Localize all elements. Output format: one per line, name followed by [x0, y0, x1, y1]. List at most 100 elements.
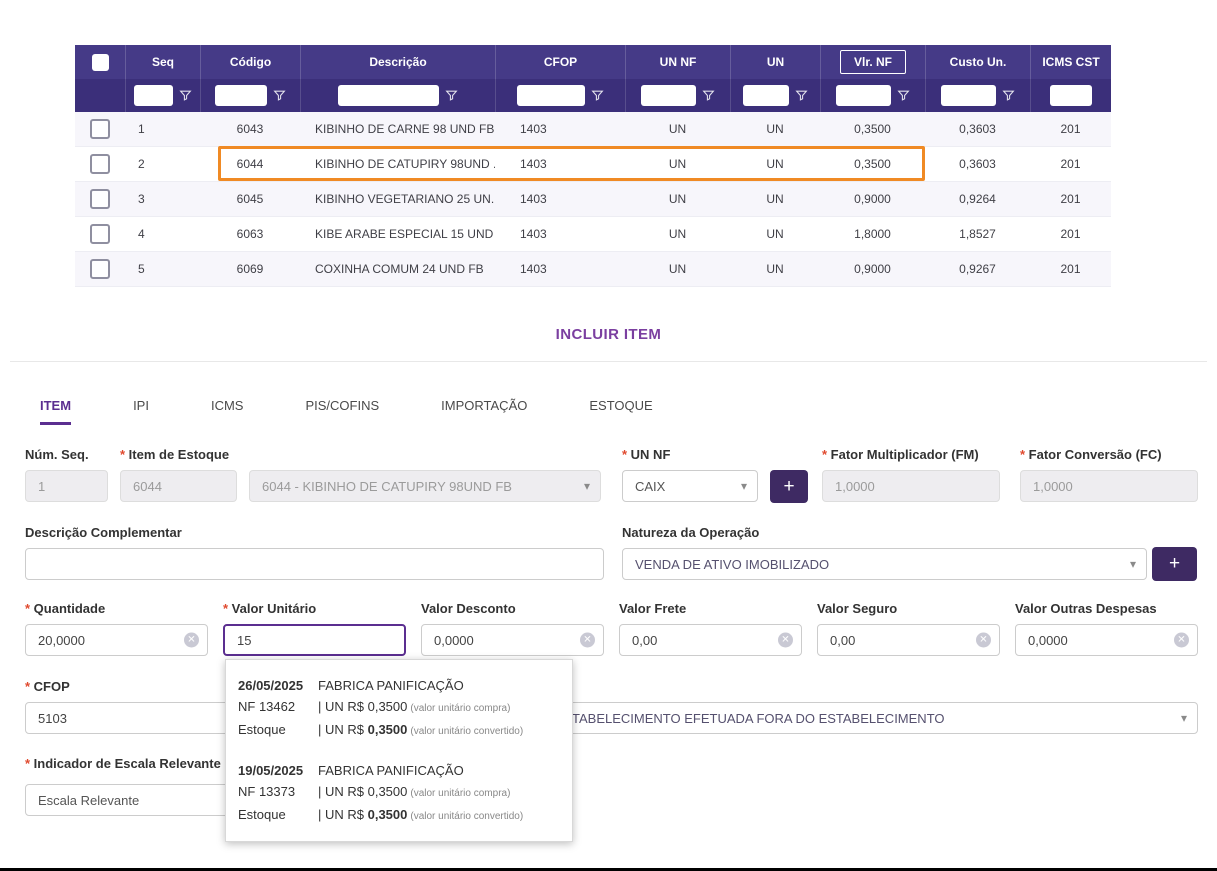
fator-multiplicador-input: 1,0000 — [822, 470, 1000, 502]
cell-seq: 2 — [138, 157, 145, 171]
valor-desconto-input[interactable]: 0,0000 — [421, 624, 604, 656]
history-conv-value: 0,3500 — [367, 807, 408, 822]
col-header-codigo[interactable]: Código — [200, 45, 300, 79]
table-row[interactable]: 3 6045 KIBINHO VEGETARIANO 25 UN... 1403… — [75, 182, 1111, 217]
select-all-checkbox[interactable] — [91, 53, 109, 71]
history-entry[interactable]: 19/05/2025 FABRICA PANIFICAÇÃO NF 13373 … — [226, 758, 572, 829]
add-natureza-button[interactable]: + — [1152, 547, 1197, 581]
cell-codigo: 6069 — [236, 262, 264, 276]
filter-input-vlrnf[interactable] — [836, 85, 891, 106]
filter-funnel-icon[interactable] — [795, 89, 808, 102]
filter-input-un[interactable] — [742, 85, 790, 106]
row-checkbox[interactable] — [90, 189, 110, 209]
filter-input-custo[interactable] — [941, 85, 996, 106]
cell-seq: 4 — [138, 227, 145, 241]
cell-vlrnf: 0,3500 — [854, 157, 891, 171]
tab-pis-cofins[interactable]: PIS/COFINS — [305, 398, 379, 425]
row-checkbox[interactable] — [90, 259, 110, 279]
col-header-unnf[interactable]: UN NF — [625, 45, 730, 79]
cell-un: UN — [766, 192, 784, 206]
filter-input-cfop[interactable] — [517, 85, 585, 106]
cell-codigo: 6063 — [236, 227, 264, 241]
col-header-descricao[interactable]: Descrição — [300, 45, 495, 79]
history-compra-note: (valor unitário compra) — [410, 788, 511, 799]
col-header-icmscst[interactable]: ICMS CST — [1030, 45, 1111, 79]
valor-desconto-value: 0,0000 — [434, 632, 474, 648]
clear-icon[interactable] — [778, 632, 793, 648]
tab-importacao[interactable]: IMPORTAÇÃO — [441, 398, 527, 425]
col-header-cfop[interactable]: CFOP — [495, 45, 625, 79]
clear-icon[interactable] — [976, 632, 991, 648]
filter-funnel-icon[interactable] — [590, 89, 604, 102]
col-header-custo[interactable]: Custo Un. — [925, 45, 1030, 79]
natureza-operacao-label: Natureza da Operação — [622, 525, 760, 540]
table-filter-row — [75, 79, 1111, 112]
table-row[interactable]: 4 6063 KIBE ARABE ESPECIAL 15 UND FB 140… — [75, 217, 1111, 252]
add-un-nf-button[interactable]: + — [770, 470, 808, 503]
num-seq-label: Núm. Seq. — [25, 447, 89, 462]
filter-input-icmscst[interactable] — [1050, 85, 1092, 106]
filter-funnel-icon[interactable] — [445, 89, 458, 102]
filter-input-codigo[interactable] — [215, 85, 267, 106]
filter-input-unnf[interactable] — [641, 85, 696, 106]
clear-icon[interactable] — [184, 632, 199, 648]
row-checkbox[interactable] — [90, 224, 110, 244]
cell-custo: 0,3603 — [959, 122, 996, 136]
history-conv-note: (valor unitário convertido) — [410, 811, 524, 822]
clear-icon[interactable] — [1174, 632, 1189, 648]
cell-descricao: KIBINHO DE CATUPIRY 98UND ... — [315, 157, 495, 171]
cell-seq: 5 — [138, 262, 145, 276]
cell-vlrnf: 0,3500 — [854, 122, 891, 136]
page: Seq Código Descrição CFOP UN NF UN Vlr. … — [0, 0, 1217, 871]
filter-funnel-icon[interactable] — [896, 89, 910, 102]
cell-descricao: COXINHA COMUM 24 UND FB — [315, 262, 484, 276]
valor-seguro-value: 0,00 — [830, 632, 856, 648]
valor-frete-input[interactable]: 0,00 — [619, 624, 802, 656]
history-nf: NF 13373 — [238, 784, 296, 799]
filter-input-seq[interactable] — [134, 85, 173, 106]
filter-input-descricao[interactable] — [338, 85, 439, 106]
history-compra-value: | UN R$ 0,3500 — [318, 699, 408, 714]
table-row-selected[interactable]: 2 6044 KIBINHO DE CATUPIRY 98UND ... 140… — [75, 147, 1111, 182]
valor-outras-input[interactable]: 0,0000 — [1015, 624, 1198, 656]
tab-icms[interactable]: ICMS — [211, 398, 244, 425]
row-checkbox[interactable] — [90, 154, 110, 174]
valor-seguro-input[interactable]: 0,00 — [817, 624, 1000, 656]
cell-un: UN — [766, 262, 784, 276]
valor-unitario-label: Valor Unitário — [223, 601, 317, 616]
history-estoque-label: Estoque — [238, 807, 286, 822]
cell-descricao: KIBE ARABE ESPECIAL 15 UND FB — [315, 227, 495, 241]
tab-estoque[interactable]: ESTOQUE — [589, 398, 652, 425]
history-compra-note: (valor unitário compra) — [410, 703, 511, 714]
natureza-operacao-select[interactable]: VENDA DE ATIVO IMOBILIZADO — [622, 548, 1147, 580]
section-title: INCLUIR ITEM — [555, 326, 662, 343]
valor-desconto-label: Valor Desconto — [421, 601, 516, 616]
cell-icmscst: 201 — [1060, 262, 1081, 276]
clear-icon[interactable] — [580, 632, 595, 648]
filter-funnel-icon[interactable] — [273, 89, 286, 102]
tab-ipi[interactable]: IPI — [133, 398, 149, 425]
cell-icmscst: 201 — [1060, 227, 1081, 241]
filter-funnel-icon[interactable] — [1001, 89, 1015, 102]
un-nf-select[interactable]: CAIX — [622, 470, 758, 502]
history-supplier: FABRICA PANIFICAÇÃO — [318, 678, 464, 693]
table-row[interactable]: 1 6043 KIBINHO DE CARNE 98 UND FB 1403 U… — [75, 112, 1111, 147]
filter-funnel-icon[interactable] — [179, 89, 192, 102]
history-entry[interactable]: 26/05/2025 FABRICA PANIFICAÇÃO NF 13462 … — [226, 673, 572, 744]
cell-unnf: UN — [668, 262, 687, 276]
filter-funnel-icon[interactable] — [701, 89, 715, 102]
table-header-row: Seq Código Descrição CFOP UN NF UN Vlr. … — [75, 45, 1111, 79]
valor-outras-value: 0,0000 — [1028, 632, 1068, 648]
col-header-vlrnf[interactable]: Vlr. NF — [820, 45, 925, 79]
valor-unitario-input[interactable]: 15 — [223, 624, 406, 656]
table-row[interactable]: 5 6069 COXINHA COMUM 24 UND FB 1403 UN U… — [75, 252, 1111, 287]
descricao-complementar-input[interactable] — [25, 548, 604, 580]
quantidade-input[interactable]: 20,0000 — [25, 624, 208, 656]
cell-custo: 1,8527 — [959, 227, 996, 241]
tab-item[interactable]: ITEM — [40, 398, 72, 425]
cell-unnf: UN — [668, 122, 687, 136]
cell-codigo: 6044 — [236, 157, 264, 171]
row-checkbox[interactable] — [90, 119, 110, 139]
col-header-un[interactable]: UN — [730, 45, 820, 79]
col-header-seq[interactable]: Seq — [125, 45, 200, 79]
